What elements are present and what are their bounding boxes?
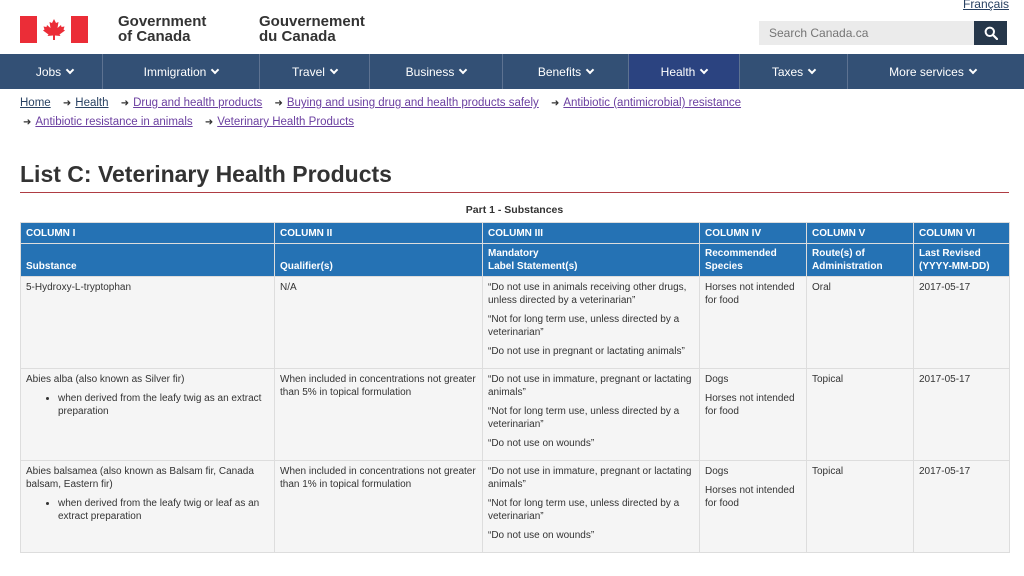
column-label: Route(s) of Administration [806, 243, 914, 277]
menu-item-travel[interactable]: Travel [260, 54, 370, 89]
chevron-down-icon [459, 65, 468, 75]
statements-cell: “Do not use in animals receiving other d… [482, 276, 700, 369]
title-divider [20, 192, 1009, 193]
wordmark-en-line1: Government [118, 13, 207, 30]
qualifier-cell: When included in concentrations not grea… [274, 368, 483, 461]
breadcrumb-link-veterinary-products[interactable]: Veterinary Health Products [217, 116, 354, 128]
wordmark-en-line2: of Canada [118, 28, 191, 45]
chevron-down-icon [585, 65, 595, 75]
column-label: Mandatory Label Statement(s) [482, 243, 700, 277]
route-cell: Topical [806, 368, 914, 461]
canada-flag-icon[interactable] [20, 16, 88, 43]
column-header: COLUMN VI [913, 222, 1010, 244]
table-header-row: Substance Qualifier(s) Mandatory Label St… [20, 243, 1010, 277]
species-cell: Dogs Horses not intended for food [699, 460, 807, 553]
table-row: 5-Hydroxy-L-tryptophan N/A “Do not use i… [20, 276, 1010, 369]
page-title: List C: Veterinary Health Products [20, 161, 392, 187]
chevron-down-icon [700, 65, 709, 75]
breadcrumb-link-resistance-animals[interactable]: Antibiotic resistance in animals [35, 116, 192, 128]
menu-item-label: Taxes [771, 64, 804, 79]
chevron-down-icon [65, 65, 75, 75]
column-label: Qualifier(s) [274, 243, 483, 277]
language-toggle-link[interactable]: Français [963, 0, 1009, 11]
statements-cell: “Do not use in immature, pregnant or lac… [482, 368, 700, 461]
revised-cell: 2017-05-17 [913, 460, 1010, 553]
search-input[interactable] [759, 21, 974, 45]
wordmark-fr-line2: du Canada [259, 28, 336, 45]
breadcrumb-arrow-icon: ➜ [550, 98, 560, 109]
revised-cell: 2017-05-17 [913, 368, 1010, 461]
chevron-down-icon [211, 65, 220, 75]
search-form [759, 21, 1007, 45]
breadcrumb-link-home[interactable]: Home [20, 97, 51, 109]
substance-cell: Abies alba (also known as Silver fir) wh… [20, 368, 275, 461]
breadcrumb-arrow-icon: ➜ [62, 98, 72, 109]
column-header: COLUMN I [20, 222, 275, 244]
breadcrumb-link-health[interactable]: Health [75, 97, 108, 109]
menu-item-label: Business [405, 64, 455, 79]
wordmark-fr-line1: Gouvernement [259, 13, 365, 30]
menu-item-label: Immigration [143, 64, 207, 79]
substance-cell: Abies balsamea (also known as Balsam fir… [20, 460, 275, 553]
breadcrumb-arrow-icon: ➜ [274, 98, 283, 109]
search-icon [984, 26, 998, 40]
table-header-row: COLUMN I COLUMN II COLUMN III COLUMN IV … [20, 222, 1010, 244]
menu-item-benefits[interactable]: Benefits [503, 54, 629, 89]
species-cell: Dogs Horses not intended for food [699, 368, 807, 461]
government-of-canada-wordmark-en[interactable]: Government of Canada [118, 14, 206, 44]
chevron-down-icon [329, 65, 339, 75]
substances-table: COLUMN I COLUMN II COLUMN III COLUMN IV … [20, 222, 1010, 553]
species-cell: Horses not intended for food [699, 276, 807, 369]
table-row: Abies alba (also known as Silver fir) wh… [20, 368, 1010, 461]
menu-item-health[interactable]: Health [629, 54, 740, 89]
search-button[interactable] [974, 21, 1007, 45]
column-label: Recommended Species [699, 243, 807, 277]
menu-item-jobs[interactable]: Jobs [7, 54, 103, 89]
column-header: COLUMN III [482, 222, 700, 244]
qualifier-cell: When included in concentrations not grea… [274, 460, 483, 553]
route-cell: Oral [806, 276, 914, 369]
breadcrumb-link-antibiotic-resistance[interactable]: Antibiotic (antimicrobial) resistance [563, 97, 741, 109]
menu-item-label: Jobs [35, 64, 62, 79]
column-label: Last Revised (YYYY-MM-DD) [913, 243, 1010, 277]
chevron-down-icon [968, 65, 978, 75]
menu-item-label: More services [889, 64, 964, 79]
government-of-canada-wordmark-fr[interactable]: Gouvernement du Canada [259, 14, 365, 44]
menu-item-taxes[interactable]: Taxes [740, 54, 848, 89]
column-header: COLUMN II [274, 222, 483, 244]
site-header: Français Government of Canada Gouverneme… [0, 0, 1024, 54]
statements-cell: “Do not use in immature, pregnant or lac… [482, 460, 700, 553]
revised-cell: 2017-05-17 [913, 276, 1010, 369]
column-header: COLUMN IV [699, 222, 807, 244]
menu-item-business[interactable]: Business [370, 54, 503, 89]
substance-cell: 5-Hydroxy-L-tryptophan [20, 276, 275, 369]
menu-item-label: Health [660, 64, 696, 79]
table-row: Abies balsamea (also known as Balsam fir… [20, 460, 1010, 553]
breadcrumb-link-buying-using[interactable]: Buying and using drug and health product… [287, 97, 539, 109]
route-cell: Topical [806, 460, 914, 553]
menu-item-more-services[interactable]: More services [848, 54, 1017, 89]
column-header: COLUMN V [806, 222, 914, 244]
breadcrumb-arrow-icon: ➜ [120, 98, 130, 109]
breadcrumb-arrow-icon: ➜ [23, 117, 32, 128]
menu-item-immigration[interactable]: Immigration [103, 54, 260, 89]
breadcrumb-arrow-icon: ➜ [204, 117, 214, 128]
table-caption: Part 1 - Substances [465, 204, 564, 216]
breadcrumb: Home ➜ Health ➜ Drug and health products ➜… [20, 94, 1010, 132]
substance-bullet: when derived from the leafy twig or leaf… [58, 497, 269, 523]
qualifier-cell: N/A [274, 276, 483, 369]
chevron-down-icon [807, 65, 817, 75]
column-label: Substance [20, 243, 275, 277]
substance-bullet: when derived from the leafy twig as an e… [58, 392, 269, 418]
main-menu: Jobs Immigration Travel Business Benefit… [0, 54, 1024, 89]
breadcrumb-link-drug-products[interactable]: Drug and health products [133, 97, 262, 109]
menu-item-label: Benefits [537, 64, 582, 79]
menu-item-label: Travel [292, 64, 325, 79]
